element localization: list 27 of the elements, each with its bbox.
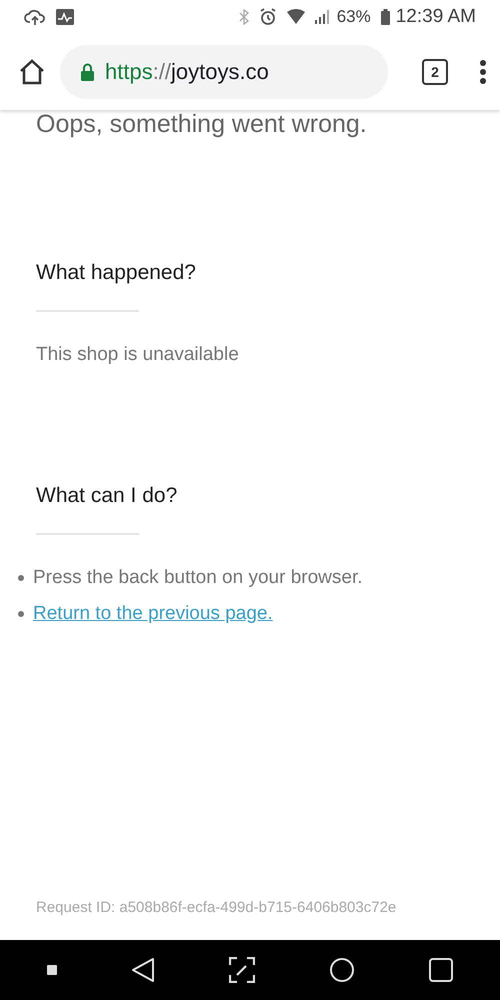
url-text: https://joytoys.co (105, 58, 269, 84)
home-circle-icon[interactable] (329, 957, 355, 983)
wifi-icon (286, 9, 305, 24)
section-heading: What can I do? (36, 484, 178, 508)
message-text: This shop is unavailable (36, 344, 240, 366)
activity-icon (56, 8, 74, 24)
screenshot-edit-icon[interactable] (229, 957, 255, 983)
signal-icon (314, 9, 331, 24)
back-icon[interactable] (131, 957, 155, 983)
request-id: Request ID: a508b86f-ecfa-499d-b715-6406b803c72e (36, 899, 398, 916)
bullet-icon (18, 611, 24, 617)
battery-icon (380, 8, 390, 24)
tab-count[interactable]: 2 (422, 58, 448, 84)
clock-time: 12:39 AM (396, 6, 476, 28)
recents-icon[interactable] (429, 958, 453, 982)
address-bar[interactable]: https://joytoys.co (60, 44, 388, 98)
alarm-icon (258, 8, 277, 26)
bluetooth-icon (238, 8, 249, 24)
bullet-icon (18, 575, 24, 581)
section-heading: What happened? (36, 261, 197, 285)
error-title: Oops, something went wrong. (36, 110, 368, 139)
lock-icon (80, 62, 95, 80)
suggestion-text: Press the back button on your browser. (33, 567, 363, 589)
battery-percent: 63% (336, 6, 371, 26)
menu-icon[interactable] (480, 60, 486, 84)
home-icon[interactable] (18, 58, 46, 86)
cloud-upload-icon (24, 8, 46, 26)
